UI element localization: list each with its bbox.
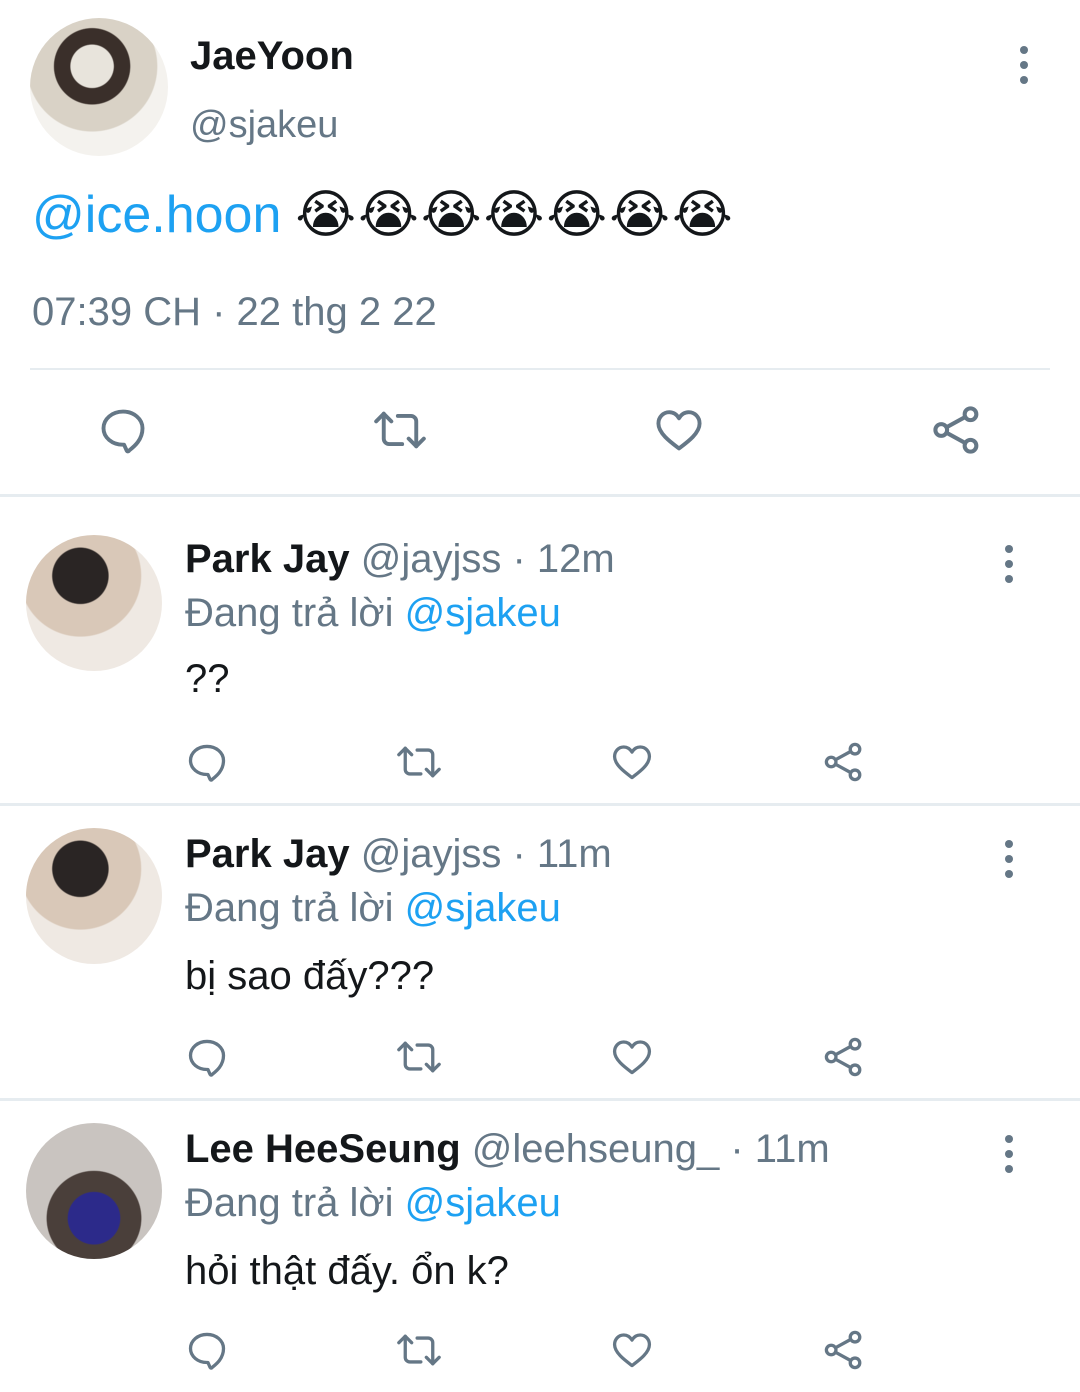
display-name[interactable]: JaeYoon [190,34,354,79]
replying-to: Đang trả lời @sjakeu [185,591,561,636]
speech-bubble-icon [101,409,145,454]
handle[interactable]: @jayjss [361,537,502,581]
speech-bubble-icon [188,744,226,782]
reply-actions [0,1325,1080,1375]
share-button[interactable] [819,1032,869,1082]
reply-tweet[interactable]: Lee HeeSeung @leehseung_ · 11m Đang trả … [0,1101,1080,1392]
divider [30,368,1050,370]
avatar[interactable] [26,828,162,964]
tweet-actions [0,400,1080,464]
share-button[interactable] [819,737,869,787]
reply-button[interactable] [182,1032,232,1082]
retweet-icon [397,1041,441,1073]
heart-icon [656,410,702,451]
replying-to: Đang trả lời @sjakeu [185,1181,561,1226]
heart-icon [612,1333,652,1368]
speech-bubble-icon [188,1332,226,1370]
replying-to: Đang trả lời @sjakeu [185,886,561,931]
reply-header: Park Jay @jayjss · 11m [185,832,612,877]
handle[interactable]: @jayjss [361,832,502,876]
tweet-timestamp: 07:39 CH · 22 thg 2 22 [32,290,437,334]
mention-link[interactable]: @sjakeu [405,591,561,635]
display-name[interactable]: Park Jay [185,832,350,876]
share-icon [933,406,979,454]
like-button[interactable] [607,737,657,787]
heart-icon [612,1040,652,1075]
reply-button[interactable] [182,737,232,787]
reply-actions [0,737,1080,787]
reply-tweet[interactable]: Park Jay @jayjss · 12m Đang trả lời @sja… [0,497,1080,803]
reply-header: Lee HeeSeung @leehseung_ · 11m [185,1127,830,1172]
more-options-icon[interactable] [1018,46,1030,84]
retweet-button[interactable] [370,400,430,460]
share-icon [824,1330,862,1370]
replying-prefix: Đang trả lời [185,591,394,635]
reply-tweet[interactable]: Park Jay @jayjss · 11m Đang trả lời @sja… [0,806,1080,1098]
more-options-icon[interactable] [1003,1135,1015,1173]
reply-time: · 12m [512,537,615,581]
main-tweet: JaeYoon @sjakeu @ice.hoon 😭😭😭😭😭😭😭 07:39 C… [0,0,1080,496]
share-icon [824,1037,862,1077]
retweet-button[interactable] [394,737,444,787]
share-icon [824,742,862,782]
share-button[interactable] [927,400,987,460]
display-name[interactable]: Park Jay [185,537,350,581]
reply-button[interactable] [182,1325,232,1375]
tweet-text: @ice.hoon 😭😭😭😭😭😭😭 [32,180,735,250]
avatar[interactable] [26,1123,162,1259]
replying-prefix: Đang trả lời [185,886,394,930]
reply-time: · 11m [730,1127,830,1171]
reply-button[interactable] [93,400,153,460]
avatar[interactable] [26,535,162,671]
handle[interactable]: @leehseung_ [472,1127,719,1171]
retweet-button[interactable] [394,1032,444,1082]
retweet-icon [374,411,426,449]
retweet-icon [397,746,441,778]
retweet-icon [397,1334,441,1366]
heart-icon [612,745,652,780]
more-options-icon[interactable] [1003,545,1015,583]
reply-text: ?? [185,657,230,701]
reply-text: hỏi thật đấy. ổn k? [185,1249,509,1293]
reply-header: Park Jay @jayjss · 12m [185,537,615,582]
like-button[interactable] [607,1032,657,1082]
retweet-button[interactable] [394,1325,444,1375]
mention-link[interactable]: @sjakeu [405,1181,561,1225]
like-button[interactable] [607,1325,657,1375]
reply-actions [0,1032,1080,1082]
replying-prefix: Đang trả lời [185,1181,394,1225]
avatar[interactable] [30,18,168,156]
display-name[interactable]: Lee HeeSeung [185,1127,461,1171]
mention-link[interactable]: @ice.hoon [32,186,281,244]
like-button[interactable] [649,400,709,460]
reply-text: bị sao đấy??? [185,954,435,998]
crying-emojis: 😭😭😭😭😭😭😭 [295,185,735,245]
more-options-icon[interactable] [1003,840,1015,878]
speech-bubble-icon [188,1039,226,1077]
reply-time: · 11m [512,832,612,876]
share-button[interactable] [819,1325,869,1375]
mention-link[interactable]: @sjakeu [405,886,561,930]
handle[interactable]: @sjakeu [190,104,338,147]
